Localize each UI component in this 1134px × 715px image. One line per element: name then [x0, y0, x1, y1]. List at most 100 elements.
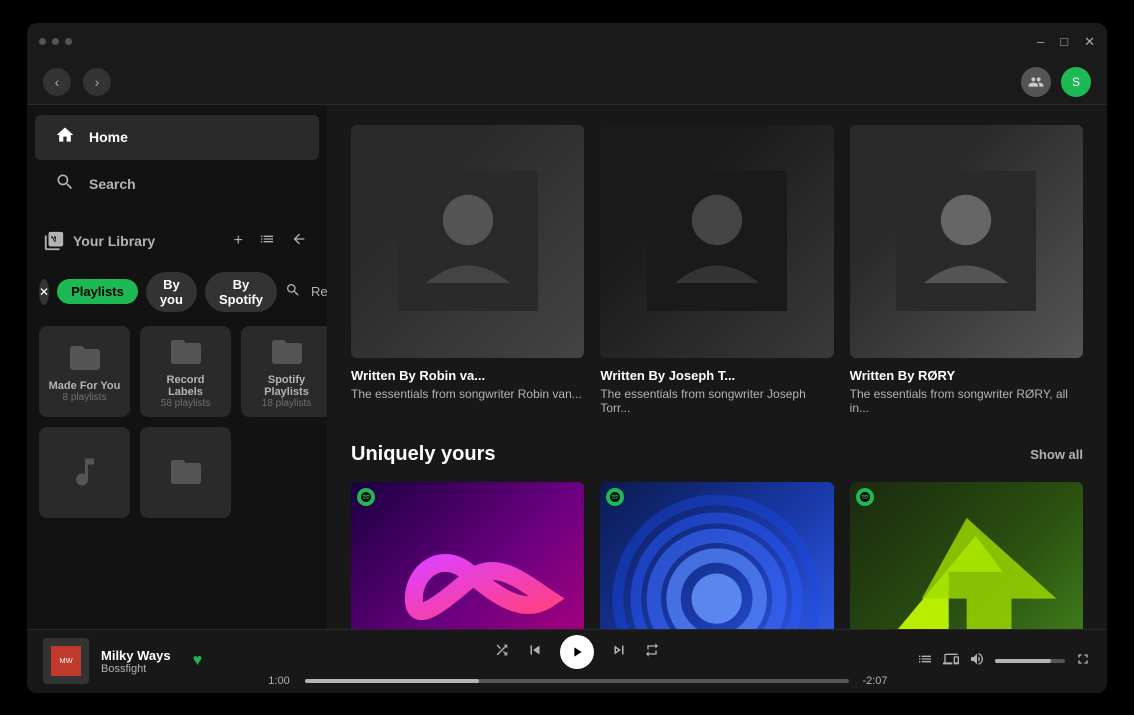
- titlebar-controls: – □ ✕: [1037, 34, 1095, 50]
- close-button[interactable]: ✕: [1084, 34, 1095, 50]
- list-item[interactable]: Made For You 8 playlists: [39, 326, 130, 417]
- titlebar-dot-2: [52, 38, 59, 45]
- written-by-joseph-image: [600, 125, 833, 358]
- filter-playlists-chip[interactable]: Playlists: [57, 279, 138, 304]
- written-by-card-rory[interactable]: Written By RØRY The essentials from song…: [850, 125, 1083, 415]
- main-content: Written By Robin va... The essentials fr…: [327, 105, 1107, 629]
- written-by-card-robin[interactable]: Written By Robin va... The essentials fr…: [351, 125, 584, 415]
- queue-button[interactable]: [917, 651, 933, 671]
- library-icon: [43, 230, 65, 252]
- written-by-rory-sub: The essentials from songwriter RØRY, all…: [850, 387, 1083, 415]
- volume-bar[interactable]: [995, 659, 1065, 663]
- play-pause-button[interactable]: [560, 635, 594, 669]
- lib-item-sublabel: 58 playlists: [161, 398, 210, 409]
- show-all-button[interactable]: Show all: [1030, 447, 1083, 462]
- player-bar: MW Milky Ways Bossfight ♥: [27, 629, 1107, 693]
- library-title: Your Library: [73, 233, 222, 249]
- time-capsule-card[interactable]: Time Capsule Your Time Capsule We made y…: [600, 482, 833, 629]
- track-artist: Bossfight: [101, 663, 171, 675]
- written-by-robin-sub: The essentials from songwriter Robin van…: [351, 387, 584, 401]
- time-total: -2:07: [859, 675, 891, 687]
- fullscreen-button[interactable]: [1075, 651, 1091, 671]
- written-by-row: Written By Robin va... The essentials fr…: [351, 125, 1083, 415]
- back-button[interactable]: ‹: [43, 68, 71, 96]
- daily-drive-visual: [850, 482, 1083, 629]
- like-button[interactable]: ♥: [193, 652, 203, 670]
- track-info: Milky Ways Bossfight: [101, 648, 171, 675]
- recents-label: Recents: [311, 284, 327, 299]
- volume-button[interactable]: [969, 651, 985, 671]
- spotify-badge: [357, 488, 375, 506]
- folder-icon: [168, 334, 204, 370]
- list-item[interactable]: [39, 427, 130, 518]
- shuffle-button[interactable]: [494, 642, 510, 663]
- titlebar-dots: [39, 38, 72, 45]
- written-by-rory-title: Written By RØRY: [850, 368, 1083, 383]
- titlebar: – □ ✕: [27, 23, 1107, 61]
- uniquely-yours-title: Uniquely yours: [351, 443, 495, 466]
- library-add-button[interactable]: +: [230, 227, 247, 256]
- filter-right: Recents ▾: [285, 282, 327, 302]
- recents-dropdown-button[interactable]: Recents ▾: [311, 284, 327, 300]
- nav-right: S: [1021, 67, 1091, 97]
- library-filters: ✕ Playlists By you By Spotify Recents ▾: [27, 266, 327, 318]
- written-by-robin-image: [351, 125, 584, 358]
- sidebar-item-search[interactable]: Search: [35, 162, 319, 207]
- navbar: ‹ › S: [27, 61, 1107, 105]
- library-collapse-button[interactable]: [287, 227, 311, 256]
- lib-item-label: Record Labels: [148, 374, 223, 398]
- sidebar-item-home[interactable]: Home: [35, 115, 319, 160]
- progress-fill: [305, 679, 479, 683]
- written-by-joseph-sub: The essentials from songwriter Joseph To…: [600, 387, 833, 415]
- track-name: Milky Ways: [101, 648, 171, 663]
- progress-bar[interactable]: [305, 679, 849, 683]
- time-current: 1:00: [263, 675, 295, 687]
- folder-icon: [168, 454, 204, 490]
- main-layout: Home Search Your Library +: [27, 105, 1107, 629]
- player-track: MW Milky Ways Bossfight ♥: [43, 638, 263, 684]
- list-item[interactable]: Record Labels 58 playlists: [140, 326, 231, 417]
- library-search-button[interactable]: [285, 282, 301, 302]
- sidebar: Home Search Your Library +: [27, 105, 327, 629]
- time-capsule-visual: [600, 482, 833, 629]
- previous-button[interactable]: [526, 641, 544, 664]
- on-repeat-visual: [351, 482, 584, 629]
- svg-text:MW: MW: [59, 656, 73, 665]
- track-art: MW: [51, 646, 81, 676]
- library-list-button[interactable]: [255, 227, 279, 256]
- filter-by-spotify-chip[interactable]: By Spotify: [205, 272, 277, 312]
- devices-button[interactable]: [943, 651, 959, 671]
- written-by-robin-title: Written By Robin va...: [351, 368, 584, 383]
- filter-by-you-chip[interactable]: By you: [146, 272, 197, 312]
- app-window: – □ ✕ ‹ › S Home: [27, 23, 1107, 693]
- on-repeat-card[interactable]: On Repeat On Repeat Songs you love right…: [351, 482, 584, 629]
- library-section: Your Library + ✕ Playlists By you: [27, 217, 327, 629]
- control-buttons: [494, 635, 660, 669]
- sidebar-item-home-label: Home: [89, 129, 128, 145]
- filter-close-button[interactable]: ✕: [39, 279, 49, 305]
- friends-button[interactable]: [1021, 67, 1051, 97]
- repeat-button[interactable]: [644, 642, 660, 663]
- volume-fill: [995, 659, 1051, 663]
- titlebar-dot-1: [39, 38, 46, 45]
- spotify-badge: [856, 488, 874, 506]
- written-by-joseph-title: Written By Joseph T...: [600, 368, 833, 383]
- list-item[interactable]: [140, 427, 231, 518]
- user-avatar[interactable]: S: [1061, 67, 1091, 97]
- home-icon: [55, 125, 75, 150]
- next-button[interactable]: [610, 641, 628, 664]
- list-item[interactable]: Spotify Playlists 18 playlists: [241, 326, 327, 417]
- minimize-button[interactable]: –: [1037, 34, 1044, 50]
- folder-icon: [67, 340, 103, 376]
- maximize-button[interactable]: □: [1060, 34, 1068, 50]
- lib-item-sublabel: 8 playlists: [63, 392, 107, 403]
- forward-button[interactable]: ›: [83, 68, 111, 96]
- on-repeat-image: On Repeat: [351, 482, 584, 629]
- daily-drive-image: Daily Drive: [850, 482, 1083, 629]
- sidebar-nav: Home Search: [27, 105, 327, 217]
- library-actions: +: [230, 227, 311, 256]
- written-by-card-joseph[interactable]: Written By Joseph T... The essentials fr…: [600, 125, 833, 415]
- daily-drive-card[interactable]: Daily Drive Daily Drive A mix of news an…: [850, 482, 1083, 629]
- lib-item-label: Spotify Playlists: [249, 374, 324, 398]
- written-by-rory-image: [850, 125, 1083, 358]
